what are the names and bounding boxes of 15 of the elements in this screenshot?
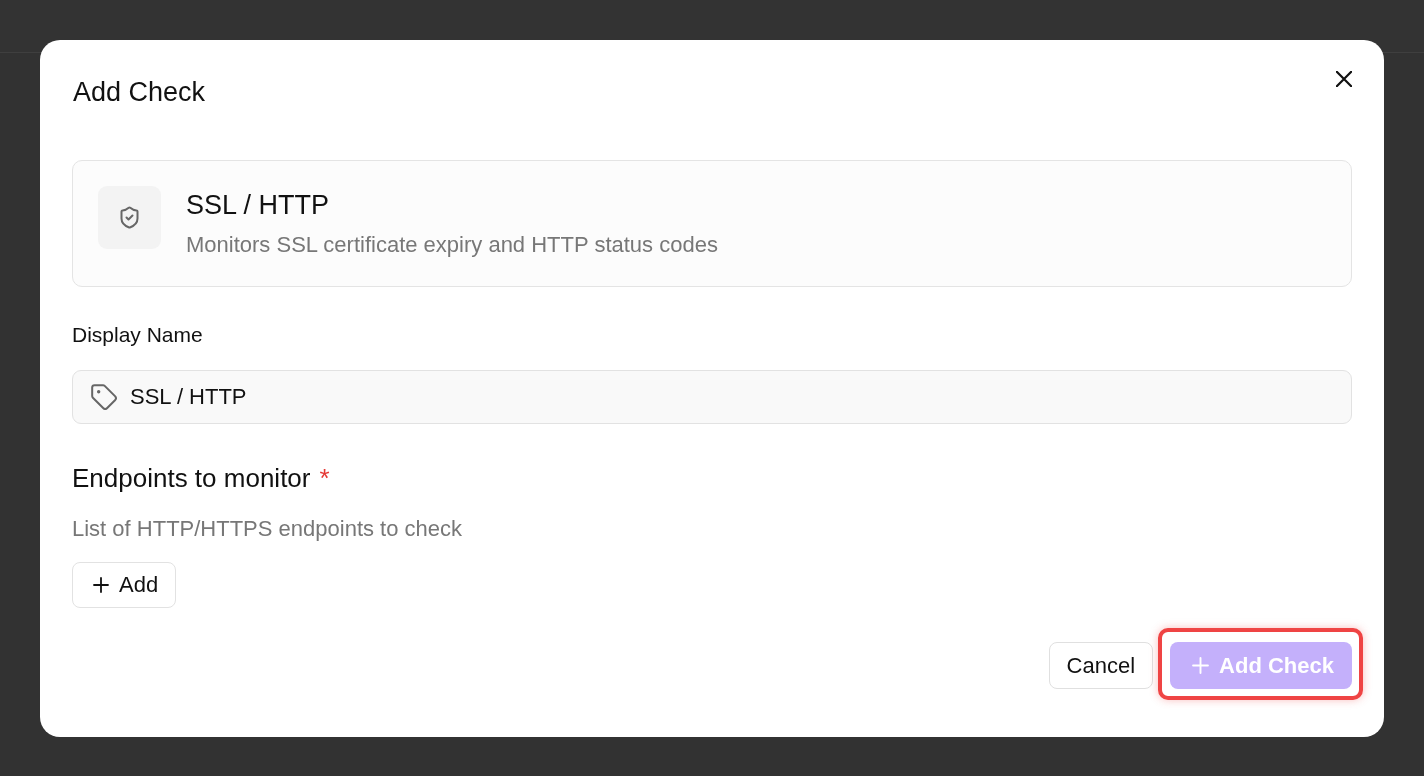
required-mark: *	[319, 462, 330, 494]
shield-check-icon	[98, 186, 161, 249]
tag-icon	[91, 384, 117, 410]
close-icon	[1336, 71, 1352, 87]
plus-icon	[93, 577, 109, 593]
plus-icon	[1192, 657, 1210, 674]
cancel-button[interactable]: Cancel	[1048, 642, 1154, 689]
add-endpoint-button[interactable]: Add	[72, 562, 177, 608]
section-hint: List of HTTP/HTTPS endpoints to check	[72, 515, 463, 543]
display-name-field[interactable]: SSL / HTTP	[72, 370, 1352, 424]
section-title: Endpoints to monitor	[72, 462, 311, 494]
dialog-title: Add Check	[73, 76, 206, 108]
field-label: Display Name	[72, 322, 203, 348]
check-type-name: SSL / HTTP	[186, 189, 330, 222]
check-type-description: Monitors SSL certificate expiry and HTTP status codes	[186, 231, 718, 259]
